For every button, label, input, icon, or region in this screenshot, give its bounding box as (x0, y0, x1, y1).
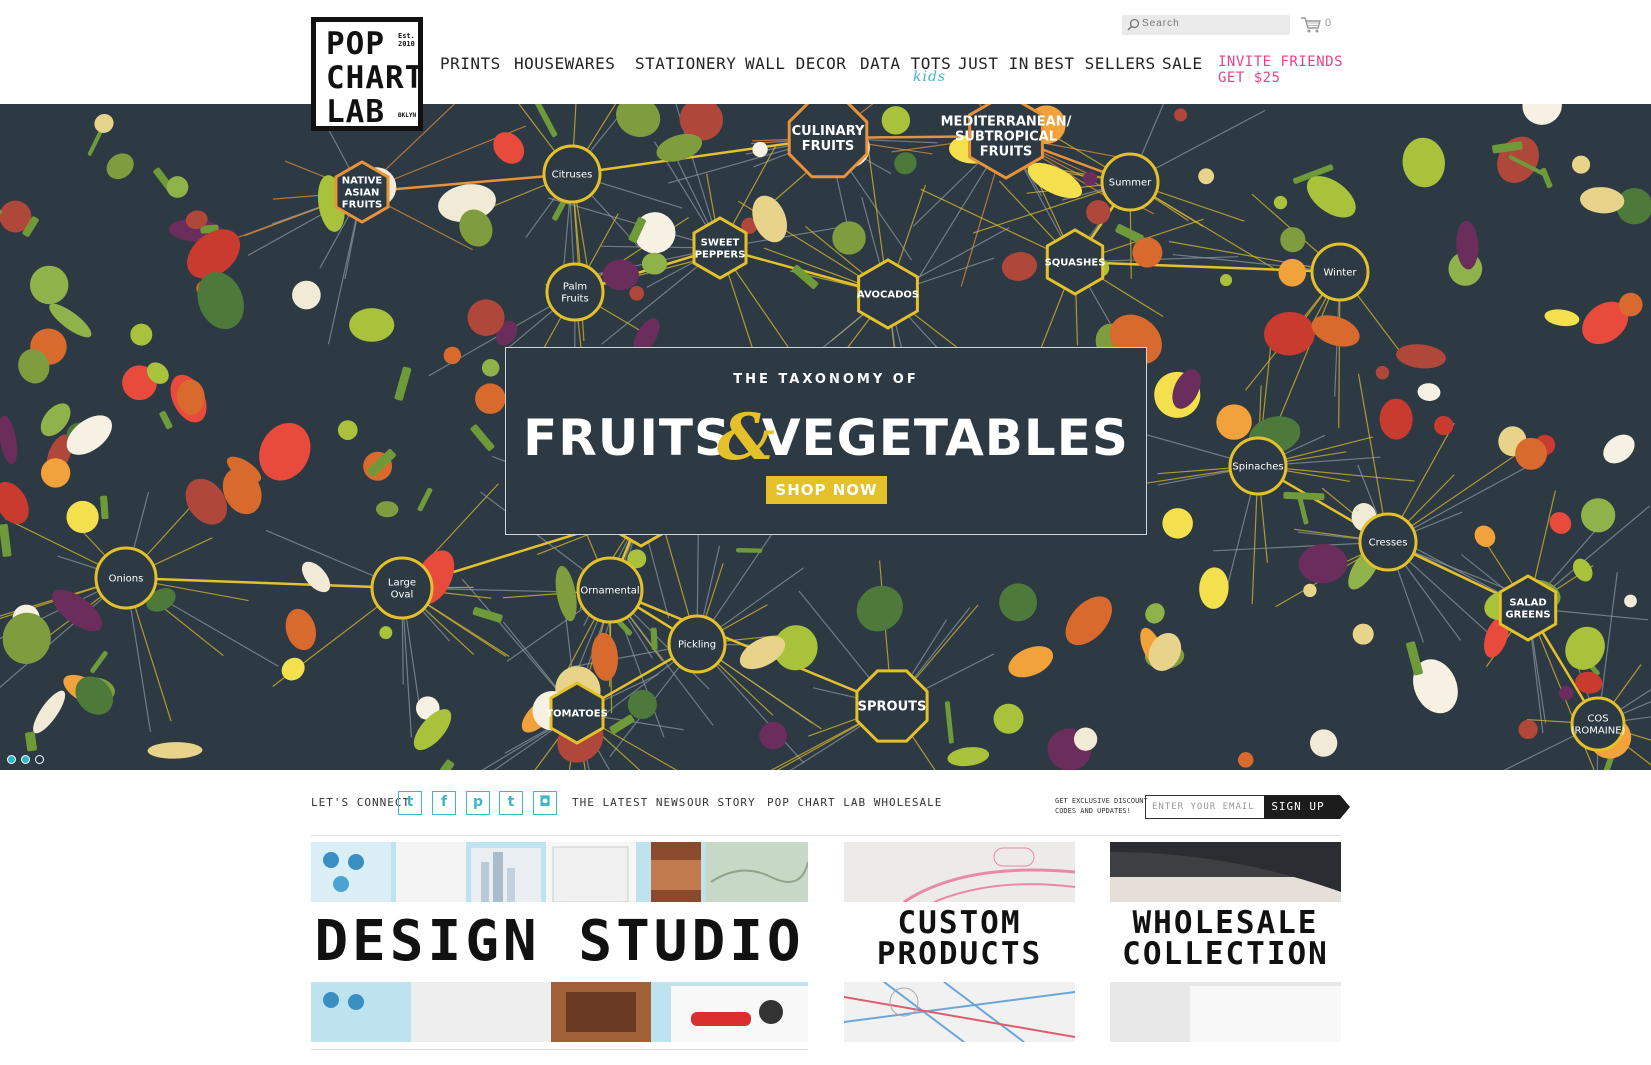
invite-line-2: GET $25 (1218, 70, 1281, 86)
invite-line-1: INVITE FRIENDS (1218, 54, 1344, 70)
hero-hub-label: SQUASHES (1045, 257, 1106, 268)
wholesale-image-bottom (1110, 982, 1341, 1042)
site-logo[interactable]: POP CHART LAB Est. 2010 BKLYN (311, 17, 423, 131)
hero-hub-label: SWEET (701, 237, 740, 248)
instagram-icon[interactable]: ◘ (533, 791, 557, 815)
cart-count[interactable]: 0 (1325, 17, 1331, 29)
design-studio-image-bottom (311, 982, 808, 1042)
logo-line-1: POP (326, 26, 385, 62)
hero-hub-label: FRUITS (980, 144, 1033, 159)
hero-hub-label: Citruses (552, 169, 593, 180)
hero-hub-label: Winter (1324, 267, 1358, 278)
hero-hub-label: NATIVE (342, 175, 383, 186)
hero-hub-label: PEPPERS (695, 249, 746, 260)
logo-line-2: CHART (326, 60, 425, 96)
hero-hub-label: Large (388, 577, 416, 588)
search-box[interactable]: Search (1122, 15, 1290, 35)
hero-hub-label: Pickling (678, 639, 716, 650)
custom-products-label: CUSTOM PRODUCTS (844, 902, 1075, 982)
custom-products-image-bottom (844, 982, 1075, 1042)
hero-hub-label: Summer (1109, 177, 1152, 188)
tumblr-icon[interactable]: t (499, 791, 523, 815)
nav-housewares[interactable]: HOUSEWARES (514, 54, 615, 76)
hero-hub-label: SUBTROPICAL (955, 129, 1057, 144)
search-icon (1127, 18, 1140, 31)
hero-hub-label: AVOCADOS (857, 289, 919, 300)
tile-divider (311, 1049, 808, 1050)
hero-hub-label: COS (1587, 713, 1608, 724)
carousel-dots (7, 751, 49, 769)
nav-just-in[interactable]: JUST IN (958, 54, 1029, 76)
logo-place: BKLYN (398, 112, 417, 119)
divider (311, 835, 1341, 836)
hero-hub-label: SALAD (1509, 597, 1546, 608)
hero-hub-label: FRUITS (802, 139, 855, 154)
carousel-dot-1[interactable] (7, 755, 16, 764)
our-story-link[interactable]: OUR STORY (687, 796, 756, 809)
wholesale-label: WHOLESALE COLLECTION (1110, 902, 1341, 982)
twitter-icon[interactable]: t (398, 791, 422, 815)
hero-hub-label: MEDITERRANEAN/ (941, 114, 1072, 129)
nav-sale[interactable]: SALE (1162, 54, 1203, 76)
logo-line-3: LAB (326, 94, 385, 130)
custom-line-1: CUSTOM (897, 905, 1022, 941)
carousel-dot-3[interactable] (35, 755, 44, 764)
wholesale-collection-tile[interactable]: WHOLESALE COLLECTION (1110, 842, 1341, 1042)
nav-wall-decor[interactable]: WALL DECOR (745, 54, 846, 76)
lets-connect-label: LET'S CONNECT (311, 796, 411, 809)
logo-est: Est. 2010 (398, 32, 415, 48)
hero-hub-label: SPROUTS (858, 699, 927, 714)
hero-hub-label: Fruits (561, 293, 588, 304)
hero-title-amp: & (717, 400, 776, 475)
email-input[interactable]: ENTER YOUR EMAIL (1145, 795, 1265, 819)
hero-hub-label: Ornamental (580, 585, 639, 596)
sign-up-button[interactable]: SIGN UP (1264, 795, 1350, 819)
nav-stationery[interactable]: STATIONERY (635, 54, 736, 76)
pinterest-icon[interactable]: p (466, 791, 490, 815)
hero-hub-label: Onions (109, 573, 144, 584)
hero-hub-label: FRUITS (342, 199, 382, 210)
hero-hub-label: Cresses (1369, 537, 1408, 548)
hero-hub-label: Spinaches (1232, 461, 1283, 472)
hero-hub-label: Oval (391, 589, 414, 600)
hero-title-left: FRUITS (523, 409, 732, 467)
wholesale-line-2: COLLECTION (1122, 936, 1329, 972)
wholesale-line-1: WHOLESALE (1132, 905, 1319, 941)
custom-line-2: PRODUCTS (876, 936, 1043, 972)
nav-prints[interactable]: PRINTS (440, 54, 501, 76)
hero-kicker: THE TAXONOMY OF (733, 372, 919, 387)
facebook-icon[interactable]: f (432, 791, 456, 815)
design-studio-label: DESIGN STUDIO (311, 902, 808, 982)
wholesale-link[interactable]: POP CHART LAB WHOLESALE (767, 796, 942, 809)
hero-hub-label: ASIAN (345, 187, 380, 198)
design-studio-tile[interactable]: DESIGN STUDIO (311, 842, 808, 1042)
nav-best-sellers[interactable]: BEST SELLERS (1034, 54, 1156, 76)
custom-products-image-top (844, 842, 1075, 902)
invite-friends-link[interactable]: INVITE FRIENDS GET $25 (1218, 54, 1343, 86)
hero-hub-label: GREENS (1505, 609, 1550, 620)
hero-title: FRUITS&VEGETABLES (506, 396, 1146, 475)
hero-promo-box: THE TAXONOMY OF FRUITS&VEGETABLES SHOP N… (505, 347, 1147, 535)
hero-hub-label: CULINARY (792, 124, 865, 139)
latest-news-link[interactable]: THE LATEST NEWS (572, 796, 686, 809)
hero-banner[interactable]: NATIVE ASIAN FRUITS Citruses CULINARY FRUITS M… (0, 104, 1651, 770)
hero-hub-label: Palm (563, 281, 587, 292)
promo-text: GET EXCLUSIVE DISCOUNT CODES AND UPDATES… (1055, 797, 1148, 815)
cart-icon[interactable] (1300, 16, 1322, 34)
hero-hub-label: TOMATOES (546, 708, 608, 719)
carousel-dot-2[interactable] (21, 755, 30, 764)
hero-title-right: VEGETABLES (761, 409, 1129, 467)
nav-kids-tag: kids (913, 69, 947, 85)
custom-products-tile[interactable]: CUSTOM PRODUCTS (844, 842, 1075, 1042)
site-header: Search 0 PRINTS HOUSEWARES STATIONERY WA… (0, 0, 1651, 104)
wholesale-image-top (1110, 842, 1341, 902)
hero-hub-label: (ROMAINE) (1571, 725, 1626, 736)
design-studio-image-top (311, 842, 808, 902)
search-placeholder: Search (1142, 18, 1180, 29)
shop-now-button[interactable]: SHOP NOW (766, 476, 887, 504)
